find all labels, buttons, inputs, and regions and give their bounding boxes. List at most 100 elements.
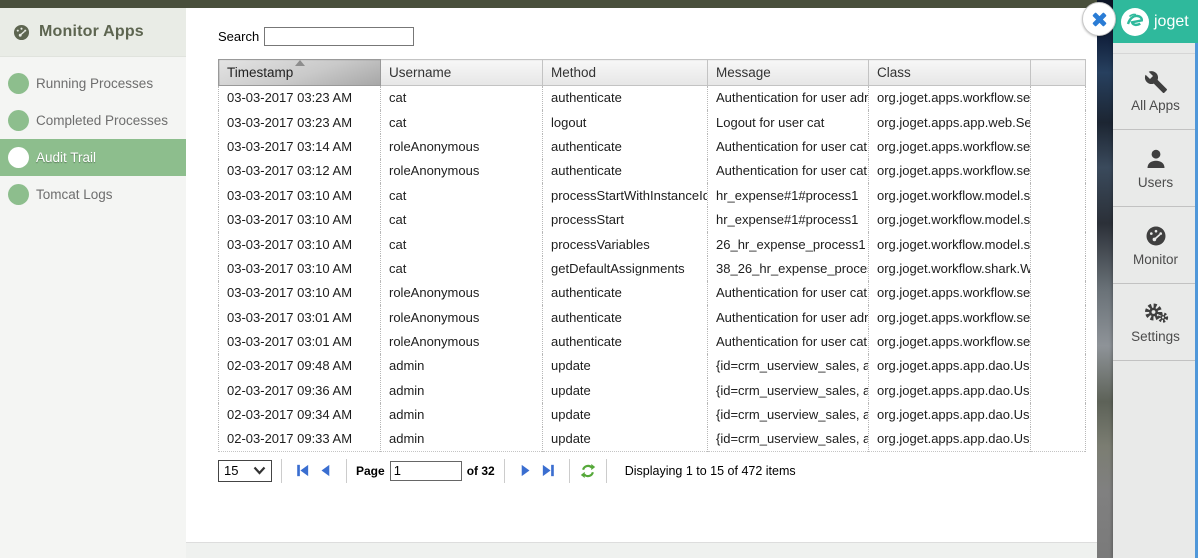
table-cell: authenticate xyxy=(543,305,708,329)
table-row[interactable]: 03-03-2017 03:10 AMcatgetDefaultAssignme… xyxy=(219,256,1086,280)
table-row[interactable]: 03-03-2017 03:10 AMcatprocessStarthr_exp… xyxy=(219,207,1086,231)
nav-item-monitor[interactable]: Monitor xyxy=(1113,207,1198,284)
table-row[interactable]: 02-03-2017 09:33 AMadminupdate{id=crm_us… xyxy=(219,427,1086,451)
table-row[interactable]: 03-03-2017 03:10 AMcatprocessVariables26… xyxy=(219,232,1086,256)
table-cell: authenticate xyxy=(543,86,708,110)
table-row[interactable]: 02-03-2017 09:34 AMadminupdate{id=crm_us… xyxy=(219,403,1086,427)
sidebar-item-label: Audit Trail xyxy=(36,150,96,165)
table-cell: processVariables xyxy=(543,232,708,256)
table-cell: update xyxy=(543,354,708,378)
page-number-input[interactable] xyxy=(390,461,462,481)
app-nav-panel: joget All Apps Users Monitor Settings xyxy=(1113,0,1198,558)
table-row[interactable]: 03-03-2017 03:01 AMroleAnonymousauthenti… xyxy=(219,329,1086,353)
sidebar-item-tomcat-logs[interactable]: Tomcat Logs xyxy=(0,176,186,213)
table-cell: org.joget.apps.app.dao.Us xyxy=(869,378,1031,402)
column-header-username[interactable]: Username xyxy=(381,60,543,86)
table-row[interactable]: 03-03-2017 03:12 AMroleAnonymousauthenti… xyxy=(219,159,1086,183)
table-cell: 02-03-2017 09:36 AM xyxy=(219,378,381,402)
background-photo-strip xyxy=(1097,0,1113,558)
search-input[interactable] xyxy=(264,27,414,46)
table-cell: 02-03-2017 09:33 AM xyxy=(219,427,381,451)
nav-item-label: Settings xyxy=(1131,329,1180,344)
table-cell: logout xyxy=(543,110,708,134)
close-button[interactable] xyxy=(1082,2,1116,36)
table-cell-filler xyxy=(1031,134,1086,158)
divider xyxy=(606,459,607,483)
table-row[interactable]: 02-03-2017 09:36 AMadminupdate{id=crm_us… xyxy=(219,378,1086,402)
nav-item-settings[interactable]: Settings xyxy=(1113,284,1198,361)
table-cell: org.joget.workflow.model.s xyxy=(869,232,1031,256)
refresh-icon[interactable] xyxy=(579,462,597,480)
table-cell: getDefaultAssignments xyxy=(543,256,708,280)
sidebar-item-label: Tomcat Logs xyxy=(36,187,113,202)
table-row[interactable]: 03-03-2017 03:14 AMroleAnonymousauthenti… xyxy=(219,134,1086,158)
table-row[interactable]: 03-03-2017 03:10 AMcatprocessStartWithIn… xyxy=(219,183,1086,207)
table-cell-filler xyxy=(1031,378,1086,402)
gauge-icon xyxy=(12,23,31,42)
pagination-bar: 15 Page of 32 xyxy=(218,457,1097,485)
table-row[interactable]: 02-03-2017 09:48 AMadminupdate{id=crm_us… xyxy=(219,354,1086,378)
table-body: 03-03-2017 03:23 AMcatauthenticateAuthen… xyxy=(219,86,1086,452)
sidebar-item-completed-processes[interactable]: Completed Processes xyxy=(0,102,186,139)
table-cell-filler xyxy=(1031,305,1086,329)
bullet-icon xyxy=(8,184,29,205)
search-row: Search xyxy=(218,26,1097,46)
column-header-class[interactable]: Class xyxy=(869,60,1031,86)
table-cell-filler xyxy=(1031,427,1086,451)
table-cell: roleAnonymous xyxy=(381,329,543,353)
column-header-method[interactable]: Method xyxy=(543,60,708,86)
display-status: Displaying 1 to 15 of 472 items xyxy=(625,464,796,478)
page-size-select[interactable]: 15 xyxy=(218,460,272,482)
next-page-button[interactable] xyxy=(517,462,534,479)
sidebar-item-label: Running Processes xyxy=(36,76,153,91)
nav-item-users[interactable]: Users xyxy=(1113,130,1198,207)
joget-brand-link[interactable]: joget xyxy=(1113,0,1198,43)
table-cell: cat xyxy=(381,110,543,134)
table-cell: processStartWithInstanceId xyxy=(543,183,708,207)
nav-item-label: All Apps xyxy=(1131,98,1180,113)
table-cell-filler xyxy=(1031,354,1086,378)
column-header-timestamp[interactable]: Timestamp xyxy=(219,60,381,86)
table-cell: org.joget.apps.workflow.se xyxy=(869,305,1031,329)
table-row[interactable]: 03-03-2017 03:23 AMcatauthenticateAuthen… xyxy=(219,86,1086,110)
table-cell: update xyxy=(543,403,708,427)
table-cell: Authentication for user cat: xyxy=(708,329,869,353)
column-header-message[interactable]: Message xyxy=(708,60,869,86)
table-cell: 03-03-2017 03:10 AM xyxy=(219,207,381,231)
table-cell: cat xyxy=(381,232,543,256)
table-cell: roleAnonymous xyxy=(381,305,543,329)
sidebar-item-audit-trail[interactable]: Audit Trail xyxy=(0,139,186,176)
table-cell: org.joget.apps.workflow.se xyxy=(869,329,1031,353)
table-cell: authenticate xyxy=(543,281,708,305)
table-row[interactable]: 03-03-2017 03:01 AMroleAnonymousauthenti… xyxy=(219,305,1086,329)
table-cell: admin xyxy=(381,427,543,451)
nav-item-label: Users xyxy=(1138,175,1173,190)
first-page-button[interactable] xyxy=(294,462,311,479)
gears-icon xyxy=(1143,301,1169,325)
table-cell: 26_hr_expense_process1 xyxy=(708,232,869,256)
nav-item-label: Monitor xyxy=(1133,252,1178,267)
table-cell-filler xyxy=(1031,403,1086,427)
bullet-icon xyxy=(8,73,29,94)
table-cell: org.joget.workflow.model.s xyxy=(869,207,1031,231)
last-page-button[interactable] xyxy=(540,462,557,479)
table-header-row: TimestampUsernameMethodMessageClass xyxy=(219,60,1086,86)
page-size-value: 15 xyxy=(224,463,238,478)
table-row[interactable]: 03-03-2017 03:23 AMcatlogoutLogout for u… xyxy=(219,110,1086,134)
previous-page-button[interactable] xyxy=(317,462,334,479)
table-cell-filler xyxy=(1031,159,1086,183)
nav-item-all-apps[interactable]: All Apps xyxy=(1113,53,1198,130)
app-nav-menu: All Apps Users Monitor Settings xyxy=(1113,43,1198,361)
table-cell: admin xyxy=(381,403,543,427)
table-cell: cat xyxy=(381,86,543,110)
table-cell: 03-03-2017 03:10 AM xyxy=(219,256,381,280)
table-cell: 03-03-2017 03:23 AM xyxy=(219,110,381,134)
sort-arrow-icon xyxy=(295,60,305,66)
table-cell: Authentication for user cat: xyxy=(708,134,869,158)
bullet-icon xyxy=(8,110,29,131)
table-cell: update xyxy=(543,427,708,451)
table-row[interactable]: 03-03-2017 03:10 AMroleAnonymousauthenti… xyxy=(219,281,1086,305)
divider xyxy=(281,459,282,483)
sidebar-item-running-processes[interactable]: Running Processes xyxy=(0,65,186,102)
divider xyxy=(569,459,570,483)
